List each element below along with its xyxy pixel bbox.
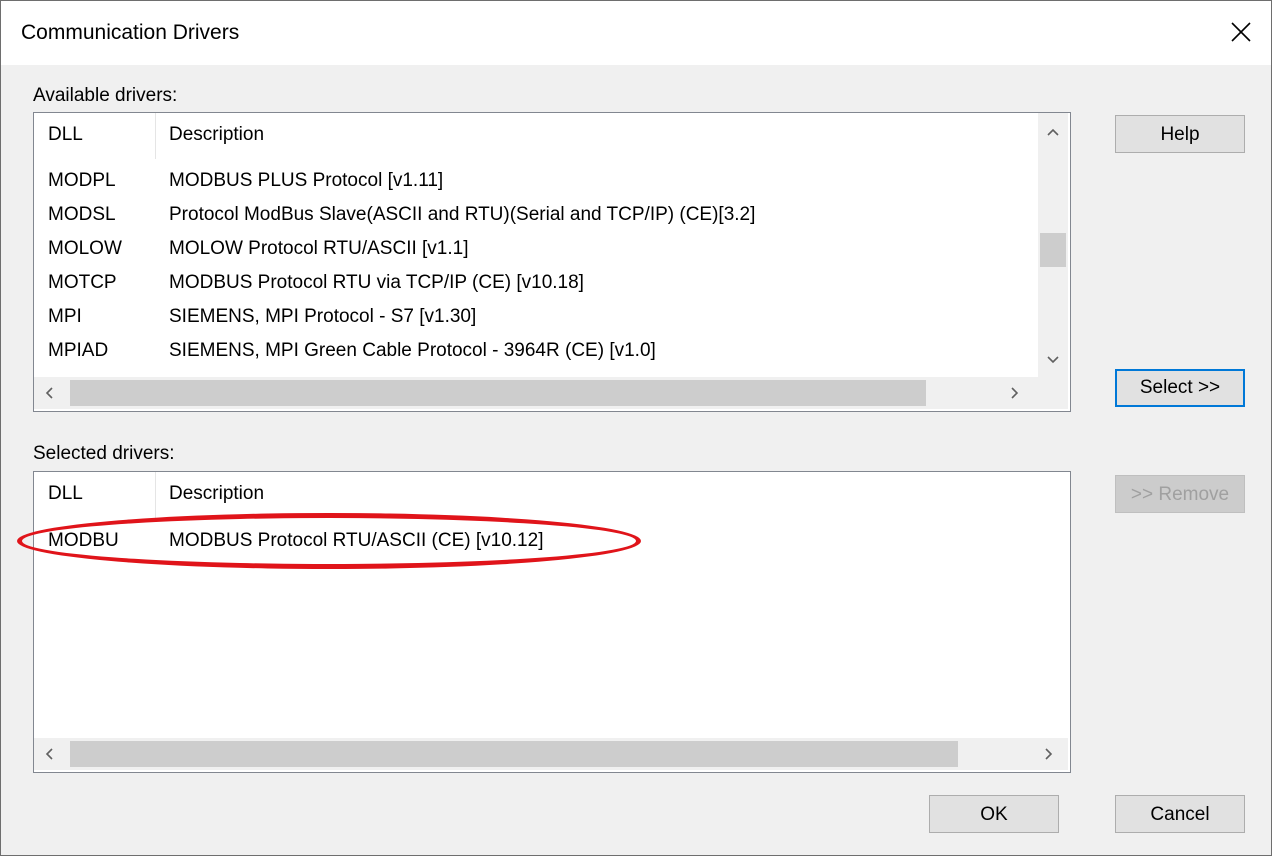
- vertical-scrollbar[interactable]: [1038, 113, 1068, 377]
- horizontal-scroll-thumb[interactable]: [70, 380, 926, 406]
- chevron-left-icon: [45, 387, 53, 399]
- scroll-up-button[interactable]: [1039, 119, 1067, 147]
- remove-button[interactable]: >> Remove: [1115, 475, 1245, 513]
- title-bar[interactable]: Communication Drivers: [1, 1, 1271, 65]
- ok-button[interactable]: OK: [929, 795, 1059, 833]
- column-header-description[interactable]: Description: [169, 483, 264, 505]
- help-button[interactable]: Help: [1115, 115, 1245, 153]
- driver-description: MOLOW Protocol RTU/ASCII [v1.1]: [169, 238, 469, 259]
- driver-description: MODBUS PLUS Protocol [v1.11]: [169, 170, 444, 191]
- driver-description: MODBUS Protocol RTU/ASCII (CE) [v10.12]: [169, 530, 544, 551]
- selected-drivers-label: Selected drivers:: [33, 443, 175, 464]
- list-header: DLL Description: [34, 113, 1034, 159]
- driver-description: MODBUS Protocol RTU via TCP/IP (CE) [v10…: [169, 272, 584, 293]
- driver-dll: MODSL: [48, 204, 116, 225]
- available-drivers-label: Available drivers:: [33, 85, 178, 106]
- column-divider[interactable]: [155, 113, 156, 159]
- cancel-button[interactable]: Cancel: [1115, 795, 1245, 833]
- column-header-dll[interactable]: DLL: [48, 483, 83, 505]
- column-divider[interactable]: [155, 472, 156, 518]
- scroll-corner: [1038, 377, 1068, 409]
- list-header: DLL Description: [34, 472, 1068, 518]
- chevron-left-icon: [45, 748, 53, 760]
- horizontal-scrollbar[interactable]: [34, 377, 1068, 409]
- driver-dll: MPIAD: [48, 340, 109, 361]
- driver-description: SIEMENS, MPI Protocol - S7 [v1.30]: [169, 306, 477, 327]
- scroll-right-button[interactable]: [1000, 379, 1028, 407]
- communication-drivers-dialog: Communication Drivers Available drivers:…: [0, 0, 1272, 856]
- driver-dll: MOTCP: [48, 272, 117, 293]
- scroll-down-button[interactable]: [1039, 345, 1067, 373]
- driver-dll: MPI: [48, 306, 82, 327]
- chevron-right-icon: [1011, 387, 1019, 399]
- vertical-scroll-thumb[interactable]: [1040, 233, 1066, 267]
- available-drivers-list[interactable]: DLL Description MODPL MODBUS PLUS Protoc…: [33, 112, 1071, 412]
- dialog-title: Communication Drivers: [21, 21, 240, 44]
- chevron-down-icon: [1047, 356, 1059, 364]
- scroll-right-button[interactable]: [1034, 740, 1062, 768]
- selected-drivers-list[interactable]: DLL Description MODBU MODBUS Protocol RT…: [33, 471, 1071, 773]
- driver-description: SIEMENS, MPI Green Cable Protocol - 3964…: [169, 340, 656, 361]
- chevron-up-icon: [1047, 128, 1059, 136]
- close-button[interactable]: [1211, 1, 1271, 65]
- scroll-left-button[interactable]: [36, 379, 64, 407]
- driver-description: Protocol ModBus Slave(ASCII and RTU)(Ser…: [169, 204, 756, 225]
- chevron-right-icon: [1045, 748, 1053, 760]
- horizontal-scrollbar[interactable]: [34, 738, 1068, 770]
- driver-dll: MODPL: [48, 170, 116, 191]
- select-button[interactable]: Select >>: [1115, 369, 1245, 407]
- horizontal-scroll-thumb[interactable]: [70, 741, 958, 767]
- column-header-dll[interactable]: DLL: [48, 124, 83, 146]
- driver-dll: MOLOW: [48, 238, 122, 259]
- scroll-left-button[interactable]: [36, 740, 64, 768]
- close-icon: [1231, 22, 1251, 42]
- column-header-description[interactable]: Description: [169, 124, 264, 146]
- driver-dll: MODBU: [48, 530, 119, 551]
